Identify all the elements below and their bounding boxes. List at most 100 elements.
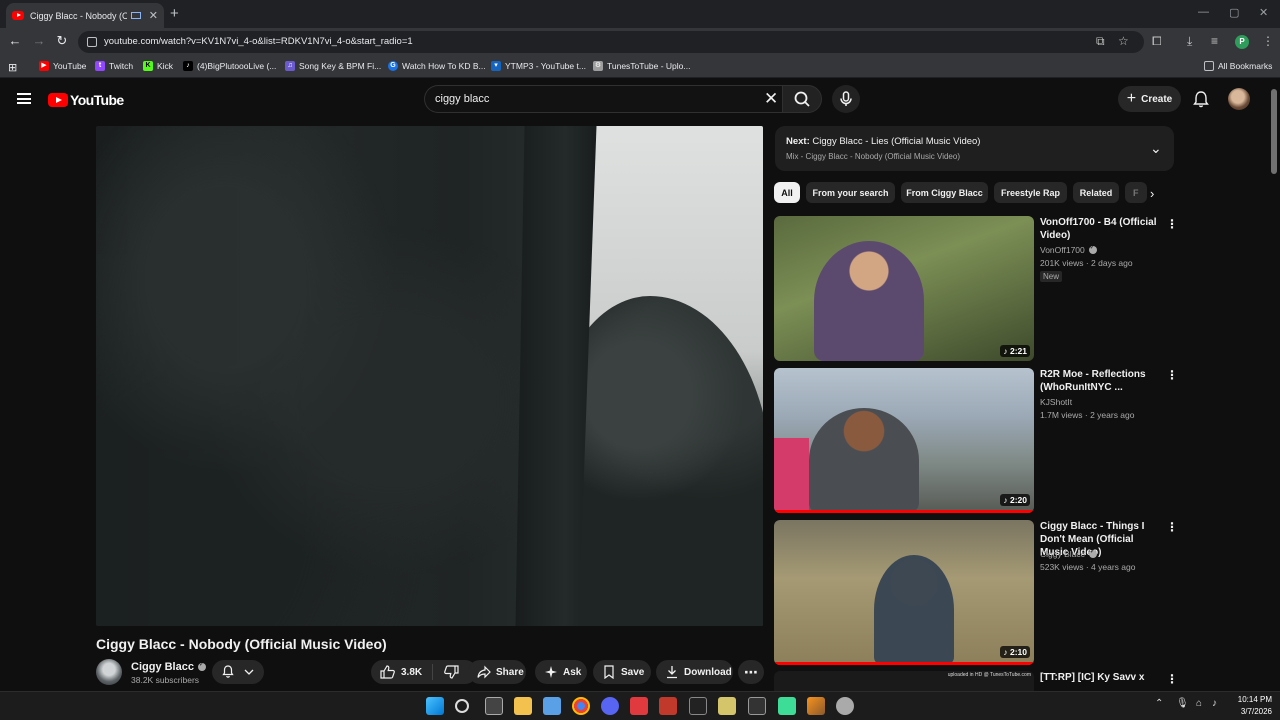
forward-icon[interactable]: → [30, 33, 48, 48]
video-player[interactable] [96, 126, 763, 626]
bookmark-kd[interactable]: G Watch How To KD B... [388, 61, 486, 71]
more-vertical-icon[interactable]: ⋮ [1166, 218, 1178, 230]
more-actions-button[interactable]: ⋯ [738, 660, 764, 684]
photos-icon[interactable] [543, 697, 561, 715]
related-title[interactable]: VonOff1700 - B4 (Official Video) [1040, 216, 1160, 242]
scrollbar-thumb[interactable] [1271, 89, 1277, 174]
bookmark-tiktok[interactable]: ♪ (4)BigPlutoooLive (... [183, 61, 276, 71]
chip-partial[interactable]: F [1125, 182, 1147, 203]
chevron-right-icon[interactable]: › [1150, 186, 1154, 201]
apps-grid-icon[interactable]: ⊞ [8, 61, 17, 74]
fl-studio-icon[interactable] [807, 697, 825, 715]
all-bookmarks[interactable]: All Bookmarks [1204, 61, 1272, 71]
search-query-text[interactable]: ciggy blacc [435, 93, 489, 105]
channel-name[interactable]: Ciggy Blacc [131, 661, 206, 673]
hamburger-menu-icon[interactable] [17, 93, 31, 104]
ask-button[interactable]: Ask [535, 660, 587, 684]
channel-name-text[interactable]: Ciggy Blacc [131, 661, 194, 673]
extensions-icon[interactable]: ⧠ [1152, 34, 1162, 49]
create-button[interactable]: + Create [1118, 86, 1181, 112]
task-view-icon[interactable] [485, 697, 503, 715]
more-vertical-icon[interactable]: ⋮ [1166, 673, 1178, 685]
youtube-logo[interactable]: YouTube [48, 92, 124, 108]
discord-icon[interactable] [601, 697, 619, 715]
save-button[interactable]: Save [593, 660, 651, 684]
related-title[interactable]: R2R Moe - Reflections (WhoRunItNYC ... [1040, 368, 1160, 394]
microphone-tray-icon[interactable]: 🎙 [1176, 698, 1189, 709]
related-thumbnail[interactable]: ♪ 2:20 [774, 368, 1034, 513]
system-clock[interactable]: 10:14 PM 3/7/2026 [1226, 694, 1272, 718]
related-thumbnail[interactable]: ♪ 2:10 [774, 520, 1034, 665]
voice-search-button[interactable] [832, 85, 860, 113]
related-channel-text[interactable]: VonOff1700 [1040, 245, 1085, 255]
tab-close-icon[interactable]: ✕ [149, 9, 158, 22]
minimize-icon[interactable]: — [1198, 6, 1209, 18]
search-input[interactable]: ciggy blacc ✕ [424, 85, 782, 113]
chevron-down-icon[interactable]: ⌄ [1150, 140, 1162, 157]
chrome-icon[interactable] [572, 697, 590, 715]
related-thumbnail[interactable]: uploaded in HD @ TunesToTube.com [774, 671, 1034, 691]
chip-related[interactable]: Related [1073, 182, 1119, 203]
related-title[interactable]: [TT:RP] [IC] Ky Savv x Sha [1040, 671, 1160, 684]
media-playing-icon[interactable] [130, 12, 141, 19]
search-button[interactable] [782, 85, 822, 113]
app-gray-icon[interactable] [748, 697, 766, 715]
chip-freestyle-rap[interactable]: Freestyle Rap [994, 182, 1067, 203]
more-vertical-icon[interactable]: ⋮ [1166, 369, 1178, 381]
downloads-icon[interactable]: ⤓ [1187, 34, 1192, 49]
account-avatar[interactable] [1228, 88, 1250, 110]
bookmark-twitch[interactable]: t Twitch [95, 61, 133, 71]
related-channel-text[interactable]: Ciggy Blacc [1040, 549, 1085, 559]
taskbar-search-icon[interactable] [455, 699, 469, 713]
app-yellow-icon[interactable] [718, 697, 736, 715]
bookmark-kick[interactable]: K Kick [143, 61, 173, 71]
window-close-icon[interactable]: ✕ [1259, 6, 1268, 19]
up-next-panel[interactable]: Next: Ciggy Blacc - Lies (Official Music… [775, 126, 1174, 171]
app-green-icon[interactable] [778, 697, 796, 715]
new-tab-button[interactable]: + [170, 6, 179, 21]
bookmark-star-icon[interactable]: ☆ [1118, 34, 1129, 48]
network-icon[interactable]: ⌂ [1196, 698, 1202, 709]
more-vertical-icon[interactable]: ⋮ [1166, 521, 1178, 533]
download-button[interactable]: Download [656, 660, 733, 684]
page-scrollbar[interactable] [1268, 79, 1280, 691]
back-icon[interactable]: ← [6, 33, 24, 48]
subscription-bell-button[interactable] [212, 660, 264, 684]
related-thumbnail[interactable]: ♪ 2:21 [774, 216, 1034, 361]
chip-from-ciggy-blacc[interactable]: From Ciggy Blacc [901, 182, 988, 203]
related-channel[interactable]: Ciggy Blacc [1040, 548, 1097, 559]
volume-icon[interactable]: ♪ [1212, 698, 1217, 709]
notifications-bell-icon[interactable] [1192, 90, 1210, 108]
bookmark-ytmp3[interactable]: ▾ YTMP3 - YouTube t... [491, 61, 586, 71]
like-button[interactable]: 3.8K [371, 665, 422, 679]
app-red-icon[interactable] [659, 697, 677, 715]
adobe-icon[interactable] [630, 697, 648, 715]
chip-from-your-search[interactable]: From your search [806, 182, 895, 203]
bookmark-youtube[interactable]: ▶ YouTube [39, 61, 86, 71]
address-bar[interactable]: youtube.com/watch?v=KV1N7vi_4-o&list=RDK… [78, 31, 1144, 53]
reading-list-icon[interactable]: ≡ [1211, 34, 1218, 48]
thumbs-down-icon[interactable] [443, 665, 459, 679]
chrome-menu-icon[interactable]: ⋮ [1262, 34, 1274, 48]
bookmark-tunestotube[interactable]: ⚙ TunesToTube - Uplo... [593, 61, 690, 71]
bookmark-song-key[interactable]: ♫ Song Key & BPM Fi... [285, 61, 381, 71]
app-dark-icon[interactable] [689, 697, 707, 715]
maximize-icon[interactable]: ▢ [1229, 6, 1239, 19]
tray-overflow-icon[interactable]: ⌃ [1155, 698, 1163, 709]
related-channel[interactable]: KJShotIt [1040, 397, 1072, 407]
chip-all[interactable]: All [774, 182, 800, 203]
channel-avatar[interactable] [96, 659, 122, 685]
file-explorer-icon[interactable] [514, 697, 532, 715]
related-channel-text[interactable]: KJShotIt [1040, 397, 1072, 407]
url-text[interactable]: youtube.com/watch?v=KV1N7vi_4-o&list=RDK… [104, 36, 413, 47]
windows-start-icon[interactable] [426, 697, 444, 715]
install-app-icon[interactable]: ⧉ [1096, 34, 1105, 49]
share-button[interactable]: Share [468, 660, 526, 684]
reload-icon[interactable]: ↻ [53, 33, 71, 49]
clear-search-icon[interactable]: ✕ [764, 89, 778, 109]
settings-gear-icon[interactable] [836, 697, 854, 715]
profile-avatar[interactable]: P [1235, 35, 1249, 49]
site-info-icon[interactable] [87, 37, 97, 47]
browser-tab[interactable]: Ciggy Blacc - Nobody (Offi ✕ [6, 3, 164, 28]
related-channel[interactable]: VonOff1700 [1040, 244, 1097, 255]
